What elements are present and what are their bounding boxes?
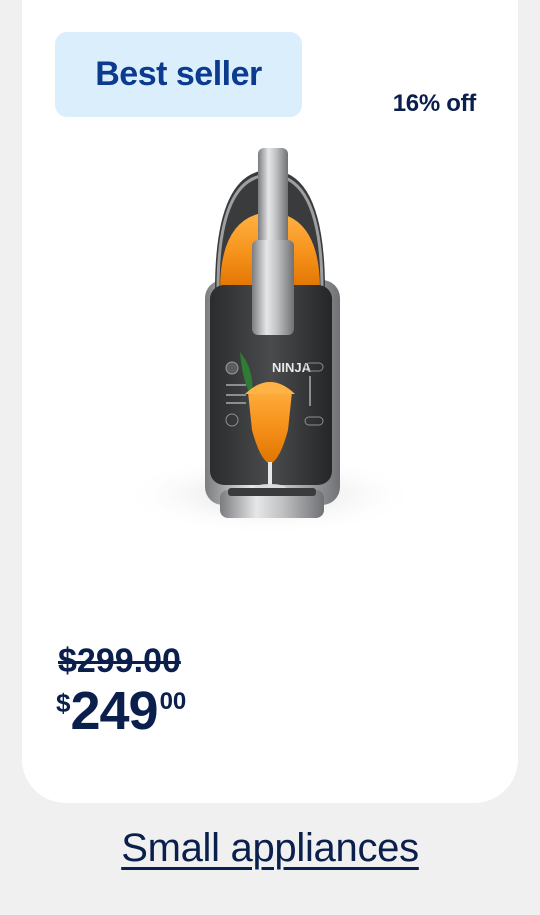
best-seller-badge-label: Best seller	[95, 55, 262, 93]
best-seller-badge: Best seller	[55, 32, 302, 117]
device-brand-label: NINJA	[272, 360, 312, 375]
original-price: $299.00	[58, 642, 181, 680]
slushie-machine-image: NINJA	[120, 148, 420, 535]
sale-price-dollars: 249	[70, 681, 158, 741]
category-link-container: Small appliances	[0, 826, 540, 871]
sale-price-currency: $	[56, 688, 71, 718]
small-appliances-link[interactable]: Small appliances	[121, 826, 419, 870]
sale-price-cents: 00	[159, 688, 187, 715]
sale-price: $ 249 00	[56, 682, 186, 740]
product-image[interactable]: NINJA	[120, 140, 420, 560]
discount-label: 16% off	[392, 90, 477, 117]
